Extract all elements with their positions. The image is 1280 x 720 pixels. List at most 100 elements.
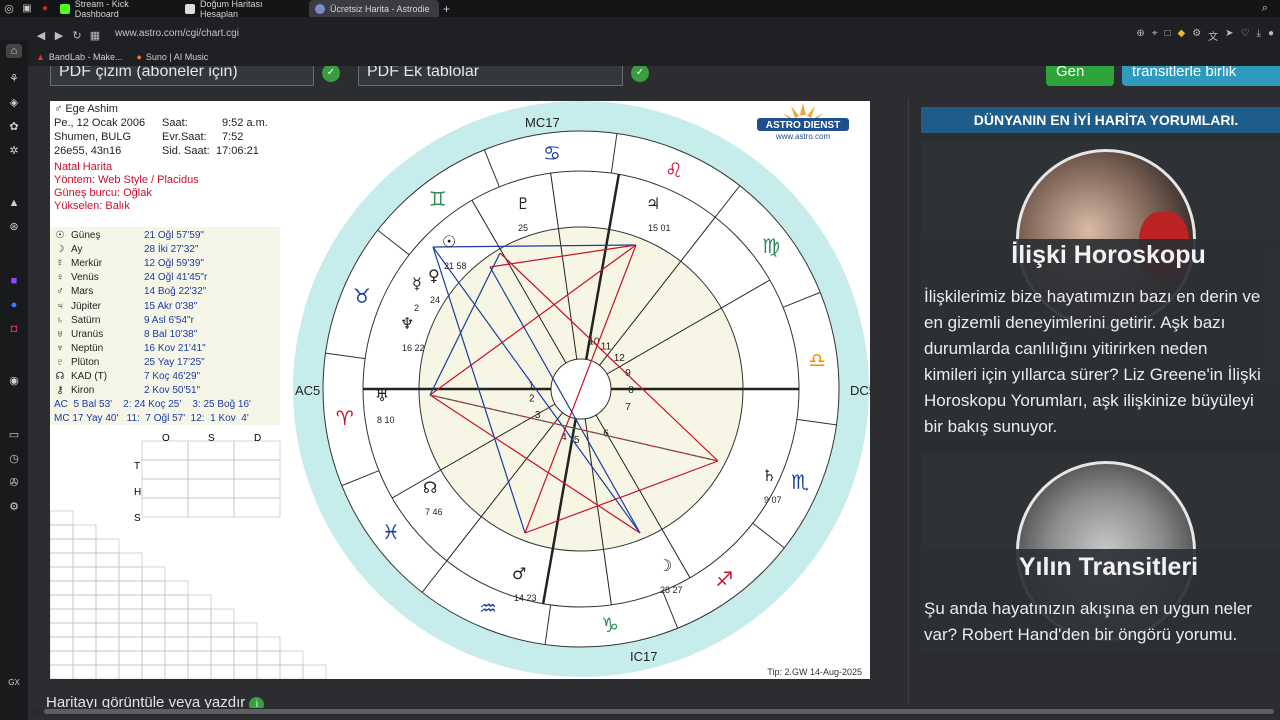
extensions-icon[interactable]: ⚙ bbox=[1192, 28, 1201, 43]
heart-icon[interactable]: ♡ bbox=[1241, 28, 1250, 43]
aspect-grid-cell bbox=[141, 608, 166, 624]
planet-glyph: ♃ bbox=[56, 300, 64, 312]
history-icon[interactable]: ◷ bbox=[6, 452, 22, 466]
sidebar-app-icon[interactable]: ✿ bbox=[6, 120, 22, 134]
aria-icon[interactable]: ▲ bbox=[6, 196, 22, 210]
snapshot-icon[interactable]: □ bbox=[1164, 28, 1170, 43]
univ-value: 7:52 bbox=[222, 131, 244, 143]
planet-wheel-degree: 15 01 bbox=[648, 223, 671, 233]
add-icon[interactable]: ✓ bbox=[322, 66, 340, 82]
planet-wheel-glyph: ♇ bbox=[516, 194, 530, 213]
logo-url: www.astro.com bbox=[775, 132, 831, 141]
kick-icon bbox=[60, 3, 70, 14]
bookmarks-bar: ▲ BandLab - Make... ● Suno | AI Music bbox=[0, 48, 1280, 66]
download-icon[interactable]: ⤓ bbox=[1257, 28, 1261, 43]
aspect-grid-cell bbox=[210, 664, 235, 679]
tab-label: Stream - Kick Dashboard bbox=[74, 0, 129, 19]
planet-name: KAD (T) bbox=[71, 371, 108, 382]
horizontal-scrollbar[interactable] bbox=[30, 708, 1280, 716]
forward-icon[interactable]: ▶ bbox=[50, 29, 68, 42]
zodiac-glyph: ♑ bbox=[601, 613, 619, 637]
aspect-grid-cell bbox=[50, 622, 74, 638]
scrollbar-thumb[interactable] bbox=[44, 709, 1274, 714]
element-row-label: T bbox=[134, 461, 141, 472]
shield-icon[interactable]: ◆ bbox=[1178, 28, 1186, 43]
zodiac-glyph: ♉ bbox=[353, 284, 371, 308]
new-tab-icon[interactable]: + bbox=[443, 2, 450, 16]
music-icon[interactable]: ◉ bbox=[6, 374, 22, 388]
aspect-grid-cell bbox=[141, 580, 166, 596]
zodiac-glyph: ♓ bbox=[382, 520, 400, 544]
chatgpt-icon[interactable]: ⊛ bbox=[6, 220, 22, 234]
planet-glyph: ⚷ bbox=[56, 385, 64, 397]
planet-wheel-glyph: ♂ bbox=[512, 564, 526, 583]
ascendant: Yükselen: Balık bbox=[54, 200, 130, 212]
planet-row: ☿ Merkür 12 Oğl 59'39" bbox=[50, 258, 280, 272]
house-number: 7 bbox=[625, 402, 631, 413]
birth-place: Shumen, BULG bbox=[54, 131, 132, 143]
aspect-grid-cell bbox=[164, 594, 189, 610]
aspect-grid-cell bbox=[72, 650, 97, 666]
tab-label: Ücretsiz Harita - Astrodie bbox=[330, 3, 430, 14]
aspect-grid-cell bbox=[164, 580, 189, 596]
aspect-grid-cell bbox=[72, 524, 97, 540]
bookmark-bandlab[interactable]: ▲ BandLab - Make... bbox=[36, 52, 122, 62]
add-icon[interactable]: ✓ bbox=[631, 66, 649, 82]
planet-name: Ay bbox=[71, 244, 83, 256]
bookmark-suno[interactable]: ● Suno | AI Music bbox=[136, 52, 208, 62]
zodiac-glyph: ♍ bbox=[762, 234, 780, 258]
translate-icon[interactable]: 文 bbox=[1208, 28, 1218, 43]
sidebar-app-icon[interactable]: ◈ bbox=[6, 96, 22, 110]
tab-bar: ◎ ▣ ● Stream - Kick Dashboard Doğum Hari… bbox=[0, 0, 1280, 19]
pdf-drawing-select[interactable]: PDF çizim (aboneler için) bbox=[50, 66, 314, 86]
sidebar-app-icon[interactable]: ✲ bbox=[6, 144, 22, 158]
element-row-label: H bbox=[134, 487, 142, 498]
transits-button[interactable]: transitlerle birlik bbox=[1122, 66, 1280, 86]
tab-astrodienst[interactable]: Ücretsiz Harita - Astrodie bbox=[309, 0, 439, 17]
relationship-card[interactable]: İlişki Horoskopu İlişkilerimiz bize haya… bbox=[921, 141, 1280, 439]
settings-icon[interactable]: ⚙ bbox=[6, 500, 22, 514]
aspect-grid-cell bbox=[118, 622, 143, 638]
aspect-grid-cell bbox=[95, 580, 120, 596]
house-cusp-row: AC 5 Bal 53' 2: 24 Koç 25' 3: 25 Boğ 16' bbox=[54, 399, 251, 410]
url-field[interactable]: www.astro.com/cgi/chart.cgi bbox=[115, 28, 239, 39]
transits-card[interactable]: Yılın Transitleri Şu anda hayatınızın ak… bbox=[921, 453, 1280, 651]
planet-glyph: ♀ bbox=[56, 272, 64, 284]
element-header: S bbox=[208, 433, 215, 444]
pdf-tables-select[interactable]: PDF Ek tablolar bbox=[358, 66, 623, 86]
sidebar-app-icon[interactable]: ⚘ bbox=[6, 72, 22, 86]
back-icon[interactable]: ◀ bbox=[32, 29, 50, 42]
avatar-icon[interactable]: ● bbox=[1268, 28, 1274, 43]
right-panel: DÜNYANIN EN İYİ HARİTA YORUMLARI. İlişki… bbox=[908, 98, 1280, 704]
aspect-grid-cell bbox=[210, 636, 235, 652]
tab-kick[interactable]: Stream - Kick Dashboard bbox=[54, 0, 179, 19]
tab-birth-chart[interactable]: Doğum Haritası Hesaplan bbox=[179, 0, 309, 19]
search-icon[interactable]: ⌕ bbox=[1262, 2, 1268, 15]
planet-position: 16 Kov 21'41" bbox=[144, 342, 206, 354]
reload-icon[interactable]: ↻ bbox=[68, 29, 86, 42]
aspect-grid-cell bbox=[95, 594, 120, 610]
time-value: 9:52 a.m. bbox=[222, 117, 268, 129]
send-icon[interactable]: ➤ bbox=[1225, 28, 1233, 43]
natal-chart[interactable]: 101112123456789♈♉♊♋♌♍♎♏♐♑♒♓MC17IC17AC5DC… bbox=[50, 101, 870, 679]
aspect-grid-cell bbox=[233, 622, 258, 638]
aspect-grid-cell bbox=[95, 622, 120, 638]
wallet-icon[interactable]: ▭ bbox=[6, 428, 22, 442]
instagram-icon[interactable]: ◘ bbox=[6, 322, 22, 336]
opera-icon[interactable]: ● bbox=[36, 3, 54, 14]
messenger-icon[interactable]: ● bbox=[6, 298, 22, 312]
home-icon[interactable]: ⌂ bbox=[6, 44, 22, 58]
browser-logo-icon[interactable]: ◎ bbox=[0, 2, 18, 15]
gx-icon[interactable]: GX bbox=[6, 676, 22, 690]
generate-button[interactable]: Gen bbox=[1046, 66, 1114, 86]
pin-icon[interactable]: ⌖ bbox=[1152, 28, 1158, 43]
extension-icon[interactable]: ✇ bbox=[6, 476, 22, 490]
planet-position: 28 İki 27'32" bbox=[144, 244, 199, 256]
twitch-icon[interactable]: ■ bbox=[6, 274, 22, 288]
zoom-icon[interactable]: ⊕ bbox=[1136, 28, 1144, 43]
element-row-label: S bbox=[134, 513, 141, 524]
zodiac-glyph: ♐ bbox=[715, 567, 733, 591]
planet-row: ♇ Plüton 25 Yay 17'25" bbox=[50, 357, 280, 371]
grid-icon[interactable]: ▦ bbox=[86, 29, 104, 42]
workspace-icon[interactable]: ▣ bbox=[18, 3, 36, 14]
